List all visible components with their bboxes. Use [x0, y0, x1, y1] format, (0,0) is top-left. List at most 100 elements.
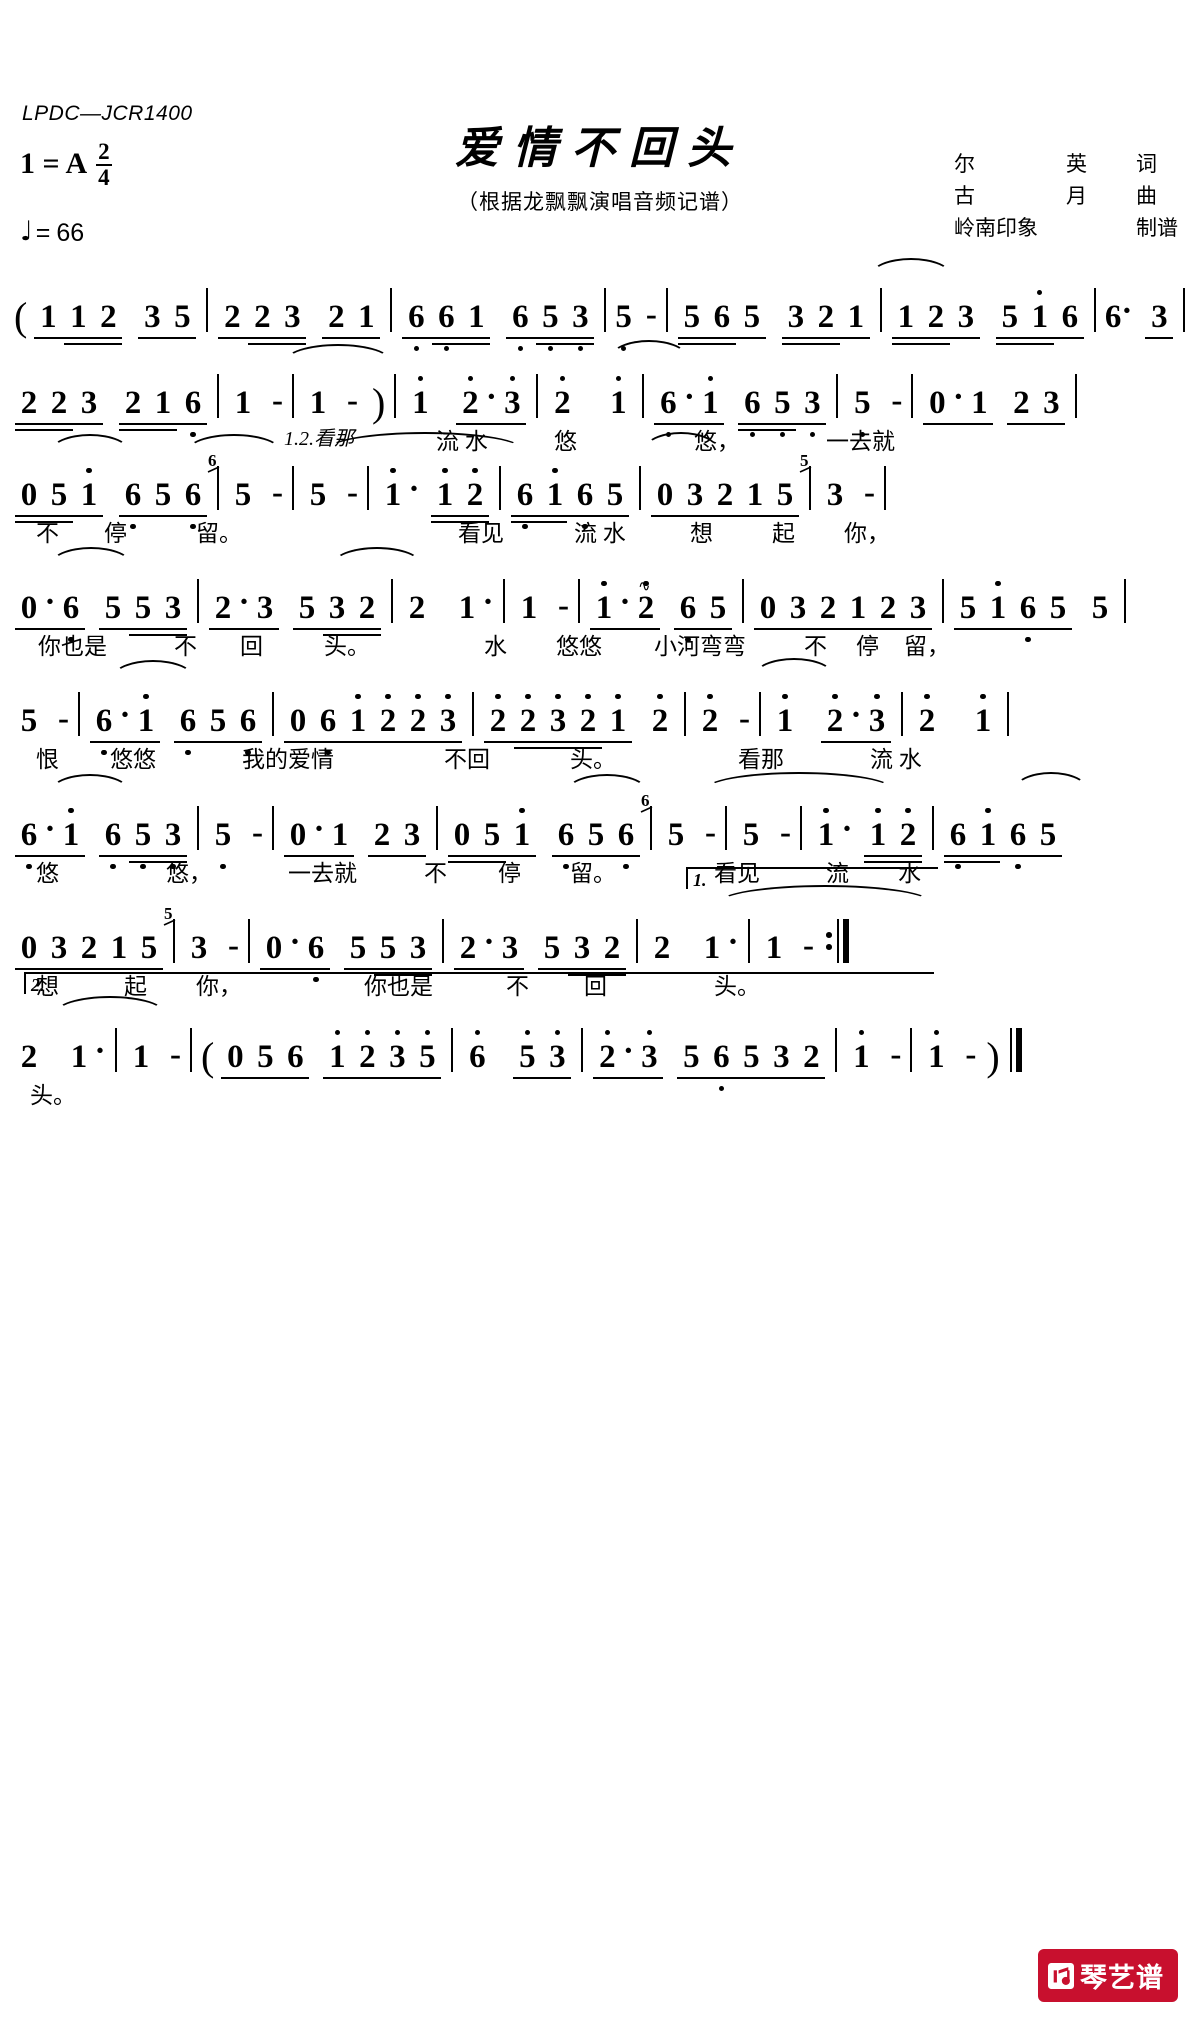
grace-note: 6 — [640, 792, 653, 813]
note-row: 2 2 3 2 1 6 1 - 1 - ) 1 2 · 3 2 1 6 · 1 … — [14, 340, 1186, 437]
note: 1 — [131, 694, 161, 738]
credit-name: 古 — [954, 184, 975, 208]
note: 1 — [921, 1030, 951, 1074]
note: 3 — [144, 299, 161, 335]
beam-group: 0 6 1 2 2 3 — [283, 694, 463, 755]
note-dash: - — [272, 475, 283, 511]
augmentation-dot: · — [1121, 293, 1133, 329]
note: 5 — [959, 590, 977, 626]
credit-role: 制谱 — [1136, 216, 1178, 240]
beam-group: 2 3 — [1006, 386, 1066, 425]
note: 5 — [615, 299, 632, 351]
note-dash: - — [272, 383, 283, 419]
quarter-note-icon: ♩ — [20, 216, 33, 247]
lyric-row: 不 停 留。 看见 流 水 想 起 你， — [14, 512, 1186, 552]
beam-group: 2 2 3 — [217, 300, 307, 345]
note: 2 — [373, 694, 403, 738]
note: 2 — [358, 590, 376, 626]
note-row: 0 · 6 5 5 3 2 · 3 5 3 2 2 1 · 1 - 1 · 2 … — [14, 547, 1186, 642]
barline — [910, 1028, 913, 1072]
credits-block: 尔 英 词 古 月 曲 岭南印象 制谱 — [954, 148, 1178, 244]
grace-slash-icon — [640, 806, 653, 813]
barline — [759, 692, 761, 736]
note: 2 — [573, 694, 603, 738]
beam-group: 3 — [1144, 300, 1174, 339]
barline — [1093, 288, 1096, 332]
site-logo[interactable]: 琴艺谱 — [1038, 1949, 1178, 2002]
beam-group: 6 · 1 — [653, 376, 725, 437]
beam-group: 2 2 3 — [14, 386, 104, 431]
note: 5 — [104, 590, 122, 626]
note: 0 — [20, 477, 38, 513]
lyric-syllable: 流 水 — [574, 521, 626, 546]
note: 2 — [603, 930, 621, 966]
beam-group: 5 3 — [512, 1030, 572, 1079]
lyric-syllable: 我的爱情 — [242, 747, 334, 772]
note-dash: - — [58, 701, 69, 737]
beam-group: 1 2 3 5 — [322, 1030, 442, 1079]
grace-note: 5 — [799, 452, 812, 473]
augmentation-dot: · — [94, 1033, 106, 1069]
note: 2 — [817, 299, 835, 335]
barline — [272, 806, 274, 850]
note: 2 — [695, 694, 725, 738]
note: 1 — [863, 808, 893, 852]
augmentation-dot: · — [313, 811, 325, 847]
note: 6 — [173, 704, 203, 755]
note: 6 — [14, 818, 44, 869]
augmentation-dot: · — [482, 584, 494, 620]
note: 1 — [703, 930, 721, 966]
note-dash: - — [170, 1037, 181, 1073]
note: 5 — [134, 590, 152, 626]
note: 6 — [431, 300, 461, 351]
lyric-syllable: 起 — [772, 521, 795, 546]
note: 3 — [382, 1030, 412, 1074]
note: 1 — [507, 808, 537, 852]
lyric-syllable: 悠悠 — [110, 747, 156, 772]
augmentation-dot: · — [408, 471, 420, 507]
note: 5 — [683, 299, 701, 335]
note: 1 — [971, 385, 988, 421]
barline — [292, 374, 294, 418]
note: 5 — [298, 590, 316, 626]
note: 1 — [40, 299, 57, 335]
lyric-syllable: 你， — [844, 521, 890, 546]
note: 6 — [287, 1039, 304, 1075]
augmentation-dot: · — [683, 379, 695, 415]
note-row: 6 · 1 6 5 3 5 - 0 · 1 2 3 0 5 1 6 5 6 6 … — [14, 772, 1186, 869]
note: 2 — [328, 299, 345, 335]
note: 5 — [20, 703, 38, 739]
barline — [472, 692, 474, 736]
note: 6 — [1013, 591, 1043, 642]
beam-group: 6 1 6 5 — [943, 808, 1063, 869]
beam-group: 1 2 3 — [891, 300, 981, 345]
note: 1 — [849, 590, 867, 626]
note: 0 — [289, 817, 307, 853]
beam-group: 0 · 6 — [259, 924, 331, 982]
barline — [442, 919, 444, 963]
augmentation-dot: · — [44, 811, 56, 847]
lyric-row: 恨 悠悠 我的爱情 不回 头。 看那 流 水 — [14, 738, 1186, 778]
barline — [581, 1028, 584, 1072]
note: 5 — [743, 1039, 760, 1075]
beam-group: 5 3 2 — [537, 930, 627, 976]
barline — [836, 374, 839, 418]
note: 5 — [209, 703, 227, 739]
note: 5 — [683, 1039, 700, 1075]
note: 5 — [606, 477, 624, 513]
beam-group: 0 3 2 1 5 — [14, 931, 164, 970]
beam-group: 1 1 2 — [33, 299, 123, 345]
note-dash: - — [803, 928, 814, 964]
note: 1 — [968, 694, 998, 738]
note: 6 — [510, 478, 540, 529]
augmentation-dot: · — [850, 697, 862, 733]
barline — [1183, 288, 1186, 332]
lyric-syllable: 头。 — [30, 1083, 76, 1108]
note: 1 — [154, 385, 172, 421]
augmentation-dot: · — [44, 584, 56, 620]
lyric-syllable: 不 — [804, 634, 827, 659]
lyric-syllable: 想 — [690, 521, 713, 546]
note: 1 — [56, 808, 86, 852]
beam-group: 2 2 3 2 1 — [483, 694, 633, 749]
note: 6 — [505, 300, 535, 351]
